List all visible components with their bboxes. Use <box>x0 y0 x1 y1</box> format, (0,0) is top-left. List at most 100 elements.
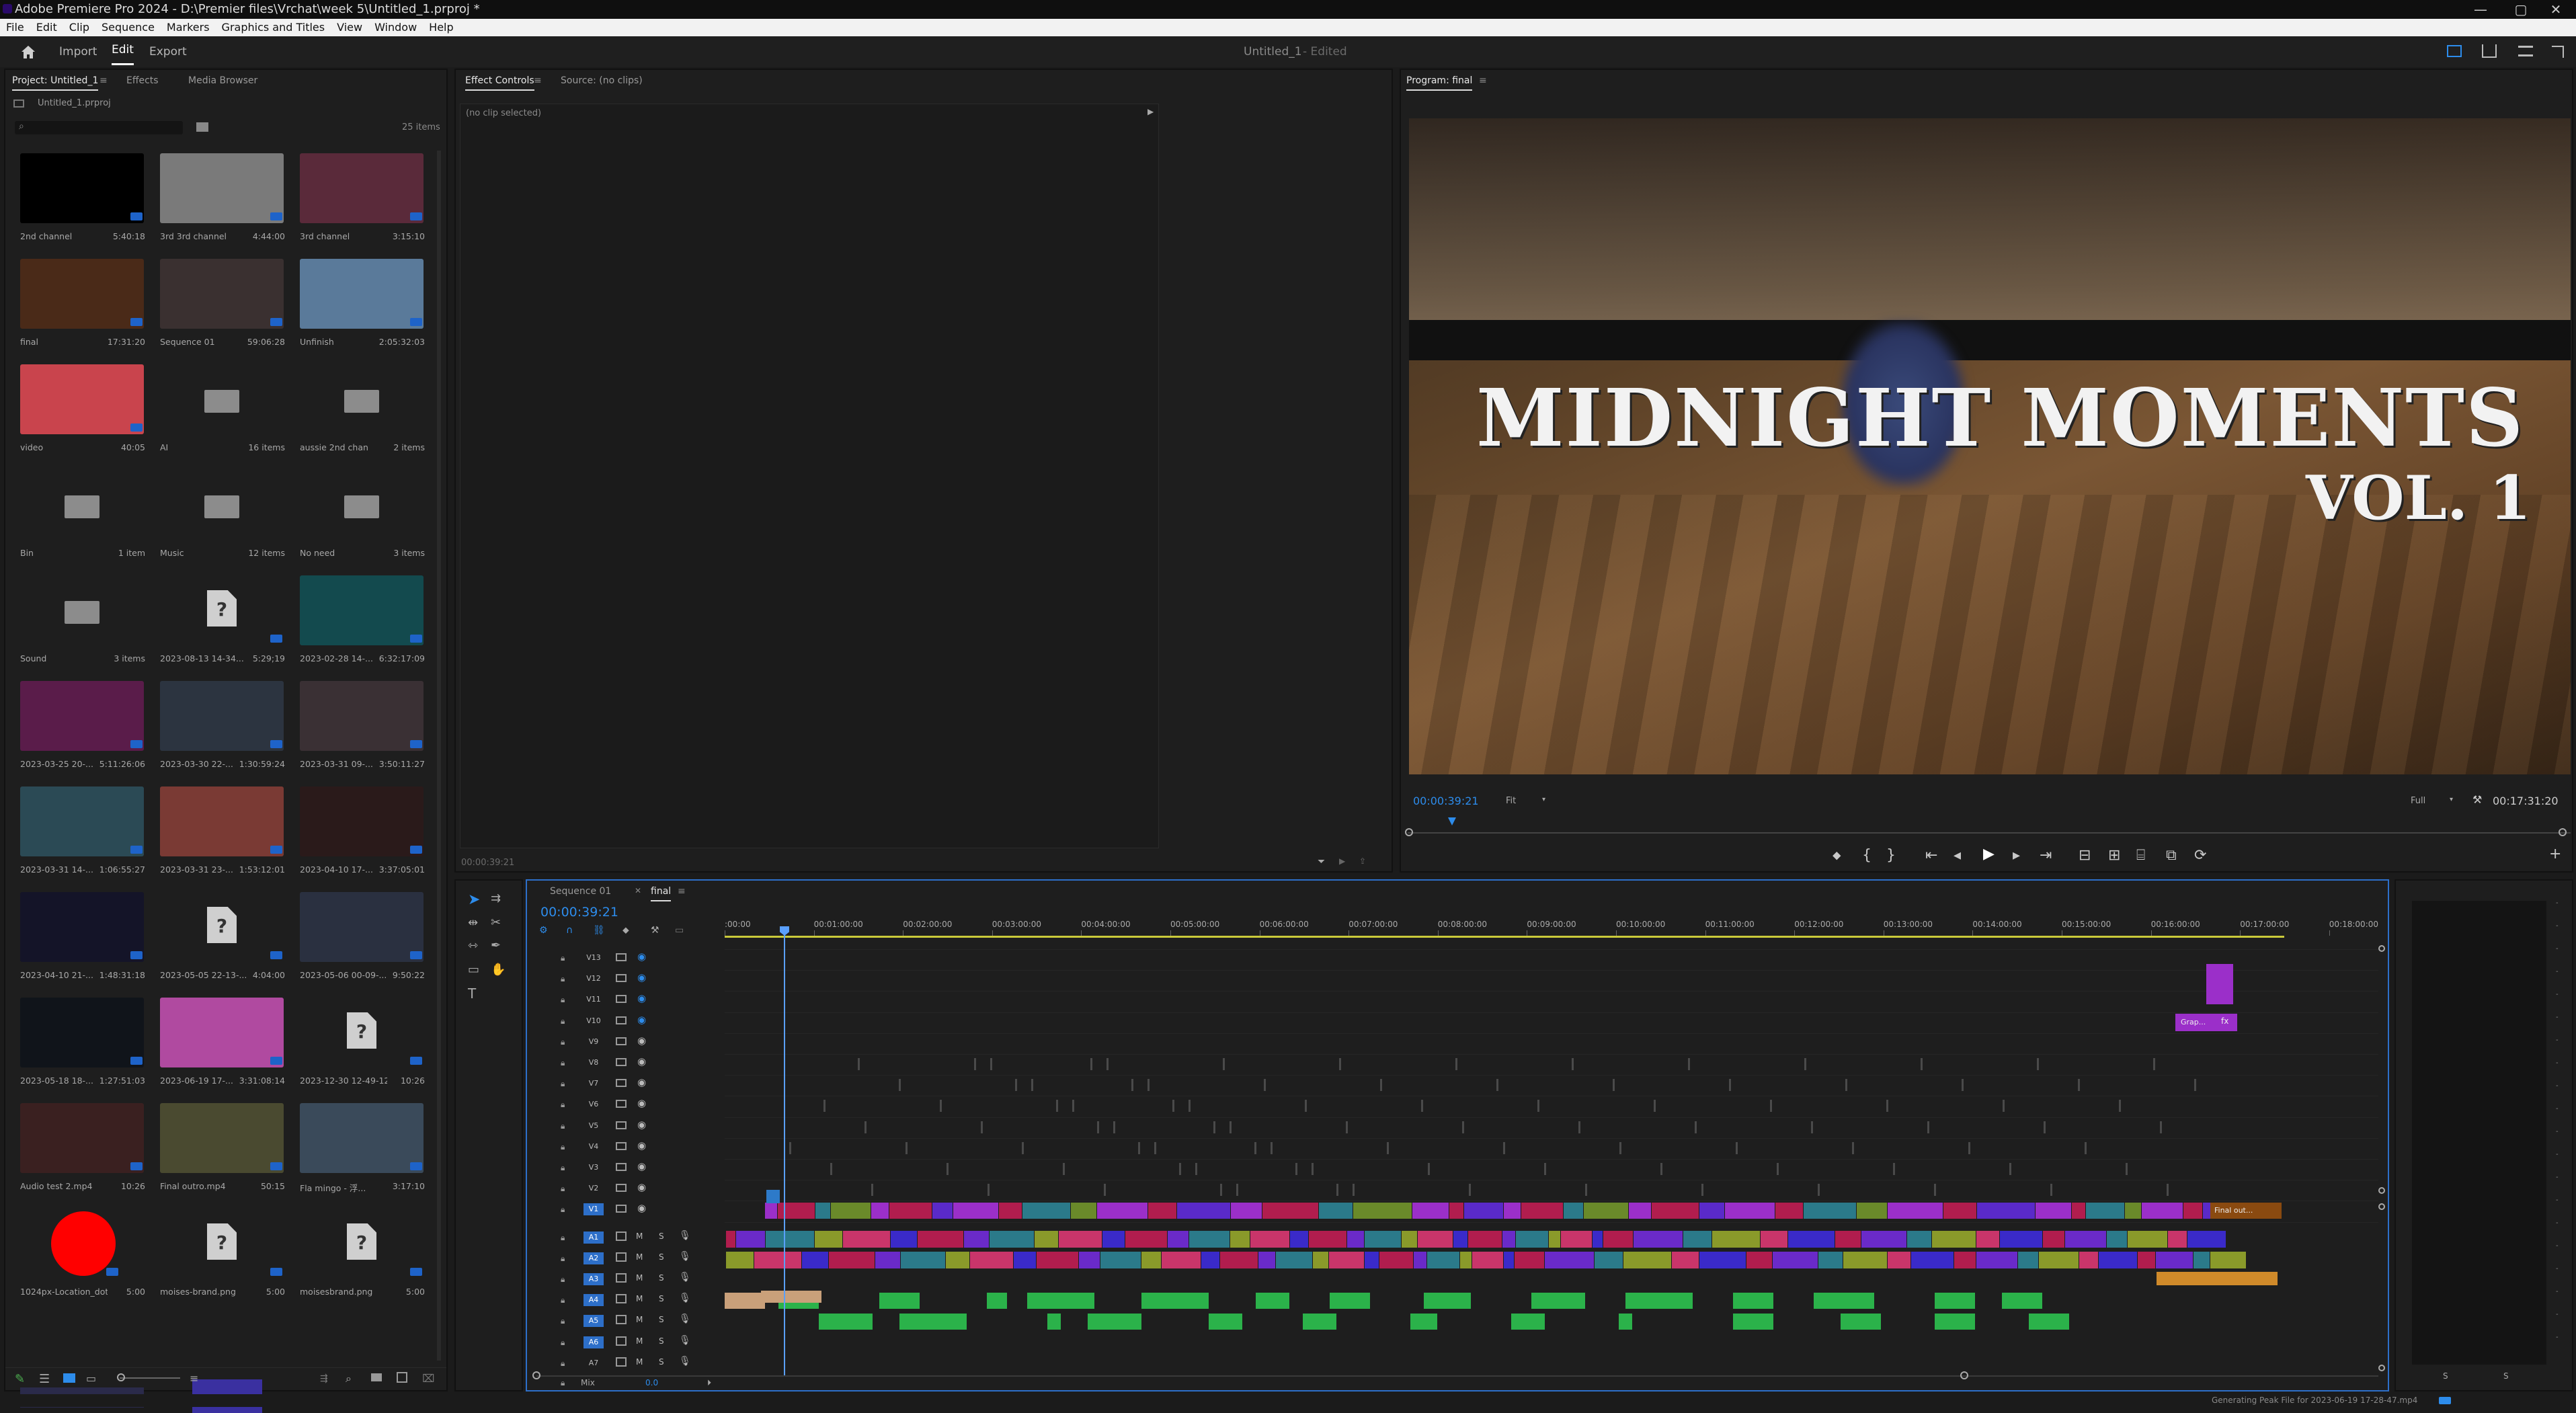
clip-thumbnail[interactable] <box>160 1103 284 1173</box>
clip[interactable] <box>1888 1203 1943 1219</box>
timeline-tab-menu-icon[interactable]: ≡ <box>678 886 686 897</box>
sync-lock-icon[interactable] <box>616 1273 627 1283</box>
bin-item[interactable]: Audio test 2.mp4 10:26 <box>20 1103 148 1204</box>
audio-clip[interactable] <box>1976 1230 1999 1248</box>
audio-clip[interactable] <box>901 1251 945 1268</box>
close-button[interactable]: ✕ <box>2536 0 2576 19</box>
solo-button[interactable]: S <box>659 1315 664 1324</box>
pen-tool-icon[interactable]: ✒ <box>491 938 501 953</box>
audio-clip[interactable] <box>2107 1230 2127 1248</box>
audio-clip[interactable] <box>1504 1251 1514 1268</box>
eye-icon[interactable]: ◉ <box>637 1160 646 1172</box>
microphone-icon[interactable]: 🎙︎ <box>679 1230 691 1241</box>
zoom-right-handle[interactable] <box>1960 1371 1968 1379</box>
toggle-sync-icon[interactable] <box>616 953 627 961</box>
toggle-sync-icon[interactable] <box>616 995 627 1004</box>
comparison-view-icon[interactable]: ⧉ <box>2166 847 2177 864</box>
audio-clip[interactable] <box>2193 1251 2210 1268</box>
clip[interactable] <box>1071 1203 1096 1219</box>
mute-button[interactable]: M <box>636 1315 643 1324</box>
timeline-timecode[interactable]: 00:00:39:21 <box>540 905 618 920</box>
audio-clip[interactable] <box>1516 1230 1548 1248</box>
audio-clip[interactable] <box>1672 1251 1699 1268</box>
audio-clip[interactable] <box>1230 1230 1250 1248</box>
bin-item[interactable]: 3rd channel 3:15:10 <box>300 153 428 254</box>
expand-arrow-icon[interactable]: ▶ <box>1148 107 1154 116</box>
export-frame-camera-icon[interactable]: ⌸ <box>2136 847 2145 864</box>
audio-clip[interactable] <box>946 1251 969 1268</box>
bin-item[interactable]: video 40:05 <box>20 364 148 465</box>
eye-icon[interactable]: ◉ <box>637 992 646 1004</box>
audio-clip[interactable] <box>1329 1251 1364 1268</box>
track-label[interactable]: A5 <box>583 1315 604 1328</box>
vscroll-handle-mid[interactable] <box>2378 1187 2385 1194</box>
audio-clip[interactable] <box>1733 1314 1773 1330</box>
audio-clip[interactable] <box>1059 1230 1102 1248</box>
track-label[interactable]: V13 <box>583 952 604 964</box>
track-lock-icon[interactable]: 🔒︎ <box>561 1233 565 1243</box>
track-lock-icon[interactable]: 🔒︎ <box>561 1016 565 1026</box>
step-back-icon[interactable]: ◂ <box>1954 847 1961 864</box>
clip-thumbnail[interactable] <box>20 998 144 1067</box>
bin-item[interactable]: Unfinish 2:05:32:03 <box>300 259 428 360</box>
bin-item[interactable]: Music 12 items <box>160 470 288 571</box>
track-lock-icon[interactable]: 🔒︎ <box>561 1316 565 1326</box>
audio-clip[interactable] <box>987 1293 1007 1309</box>
eye-icon[interactable]: ◉ <box>637 971 646 983</box>
bin-item[interactable]: 2023-03-31 09-... 3:50:11:27 <box>300 681 428 782</box>
audio-clip-tan[interactable] <box>761 1291 821 1303</box>
bin-item[interactable]: aussie 2nd chan 2 items <box>300 364 428 465</box>
audio-clip[interactable] <box>1835 1230 1861 1248</box>
toggle-sync-icon[interactable] <box>616 1121 627 1129</box>
audio-clip[interactable] <box>1502 1230 1515 1248</box>
mute-button[interactable]: M <box>636 1232 643 1241</box>
clip-thumbnail[interactable] <box>300 892 424 962</box>
track-lock-icon[interactable]: 🔒︎ <box>561 995 565 1005</box>
audio-clip[interactable] <box>802 1251 828 1268</box>
toggle-sync-icon[interactable] <box>616 1079 627 1088</box>
meter-solo-left[interactable]: S <box>2443 1371 2448 1381</box>
clip[interactable] <box>2183 1203 2202 1219</box>
bin-item[interactable]: ? 2023-08-13 14-34... 5:29;19 <box>160 575 288 676</box>
track-lock-icon[interactable]: 🔒︎ <box>561 1205 565 1215</box>
menu-help[interactable]: Help <box>423 19 459 36</box>
toggle-sync-icon[interactable] <box>616 1037 627 1045</box>
mute-button[interactable]: M <box>636 1273 643 1283</box>
snap-icon[interactable]: ∩ <box>566 925 573 936</box>
sync-lock-icon[interactable] <box>616 1252 627 1262</box>
audio-clip[interactable] <box>1276 1251 1312 1268</box>
clip[interactable] <box>1148 1203 1176 1219</box>
clip[interactable] <box>2125 1203 2141 1219</box>
track-label[interactable]: V4 <box>583 1141 604 1153</box>
audio-clip[interactable] <box>1201 1251 1219 1268</box>
audio-clip[interactable] <box>1733 1293 1773 1309</box>
audio-clip[interactable] <box>1935 1293 1975 1309</box>
clip-thumbnail[interactable] <box>160 998 284 1067</box>
mix-value[interactable]: 0.0 <box>645 1378 658 1387</box>
toggle-sync-icon[interactable] <box>616 1205 627 1213</box>
trash-icon[interactable]: ⌧ <box>422 1372 434 1385</box>
audio-clip[interactable] <box>1365 1230 1401 1248</box>
eye-icon[interactable]: ◉ <box>637 1076 646 1088</box>
audio-clip[interactable] <box>1162 1251 1201 1268</box>
audio-clip[interactable] <box>1531 1293 1585 1309</box>
step-forward-icon[interactable]: ▸ <box>2013 847 2020 864</box>
bin-item[interactable]: 2023-03-25 20-... 5:11:26:06 <box>20 681 148 782</box>
bin-item[interactable]: ? 2023-05-05 22-13-... 4:04:00 <box>160 892 288 993</box>
minimize-button[interactable]: — <box>2460 0 2501 19</box>
audio-clip[interactable] <box>736 1230 765 1248</box>
clip[interactable] <box>1564 1203 1583 1219</box>
tab-sequence-01[interactable]: Sequence 01 <box>550 886 611 897</box>
toggle-sync-icon[interactable] <box>616 1058 627 1066</box>
audio-clip[interactable] <box>1761 1230 1787 1248</box>
clip-thumbnail[interactable] <box>300 575 424 645</box>
track-label[interactable]: V5 <box>583 1120 604 1132</box>
go-to-out-icon[interactable]: ⇥ <box>2040 847 2052 864</box>
audio-clip[interactable] <box>2002 1293 2042 1309</box>
clip[interactable] <box>1977 1203 2035 1219</box>
audio-clip[interactable] <box>2000 1230 2042 1248</box>
clip[interactable] <box>1804 1203 1856 1219</box>
close-tab-icon[interactable]: ✕ <box>635 886 641 895</box>
audio-clip[interactable] <box>2039 1251 2079 1268</box>
track-lock-icon[interactable]: 🔒︎ <box>561 1254 565 1264</box>
